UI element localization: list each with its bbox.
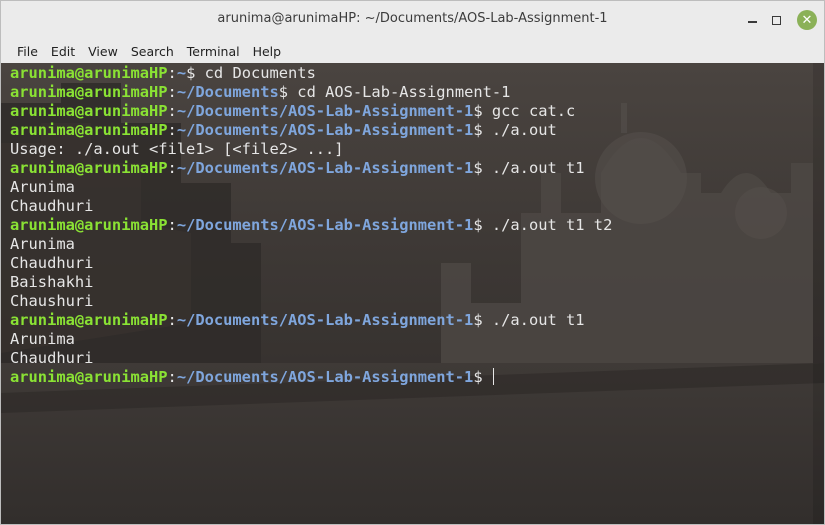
prompt-path: ~/Documents/AOS-Lab-Assignment-1 bbox=[176, 216, 474, 234]
menu-terminal[interactable]: Terminal bbox=[181, 44, 246, 59]
prompt-command: gcc cat.c bbox=[491, 102, 576, 120]
minimize-button[interactable] bbox=[742, 10, 762, 30]
output-line: Chaudhuri bbox=[10, 254, 810, 273]
menu-search[interactable]: Search bbox=[125, 44, 180, 59]
prompt-path: ~/Documents/AOS-Lab-Assignment-1 bbox=[176, 121, 474, 139]
output-text: Chaushuri bbox=[10, 292, 94, 310]
prompt-path: ~/Documents/AOS-Lab-Assignment-1 bbox=[176, 102, 474, 120]
prompt-symbol: $ bbox=[473, 368, 492, 386]
prompt-separator: : bbox=[167, 102, 177, 120]
menu-view[interactable]: View bbox=[82, 44, 124, 59]
output-text: Arunima bbox=[10, 178, 75, 196]
prompt-user: arunima@arunimaHP bbox=[10, 368, 168, 386]
maximize-icon bbox=[771, 15, 781, 25]
output-text: Arunima bbox=[10, 235, 75, 253]
output-text: Arunima bbox=[10, 330, 75, 348]
output-line: Arunima bbox=[10, 235, 810, 254]
prompt-separator: : bbox=[167, 64, 177, 82]
prompt-line: arunima@arunimaHP:~/Documents/AOS-Lab-As… bbox=[10, 311, 810, 330]
prompt-path: ~/Documents bbox=[176, 83, 279, 101]
prompt-path: ~/Documents/AOS-Lab-Assignment-1 bbox=[176, 311, 474, 329]
terminal-window: arunima@arunimaHP: ~/Documents/AOS-Lab-A… bbox=[0, 0, 825, 525]
output-text: Baishakhi bbox=[10, 273, 94, 291]
output-text: Usage: ./a.out <file1> [<file2> ...] bbox=[10, 140, 344, 158]
output-text: Chaudhuri bbox=[10, 254, 94, 272]
prompt-symbol: $ bbox=[186, 64, 205, 82]
prompt-line: arunima@arunimaHP:~$ cd Documents bbox=[10, 64, 810, 83]
prompt-command: ./a.out t1 bbox=[491, 159, 585, 177]
prompt-line: arunima@arunimaHP:~/Documents/AOS-Lab-As… bbox=[10, 121, 810, 140]
maximize-button[interactable] bbox=[766, 10, 786, 30]
prompt-separator: : bbox=[167, 368, 177, 386]
prompt-user: arunima@arunimaHP bbox=[10, 159, 168, 177]
prompt-command: cd Documents bbox=[204, 64, 316, 82]
output-text: Chaudhuri bbox=[10, 197, 94, 215]
prompt-path: ~/Documents/AOS-Lab-Assignment-1 bbox=[176, 159, 474, 177]
prompt-user: arunima@arunimaHP bbox=[10, 216, 168, 234]
close-button[interactable]: ✕ bbox=[797, 10, 817, 30]
prompt-line: arunima@arunimaHP:~/Documents/AOS-Lab-As… bbox=[10, 102, 810, 121]
output-line: Arunima bbox=[10, 178, 810, 197]
terminal-scrollbar[interactable] bbox=[813, 63, 824, 524]
title-bar[interactable]: arunima@arunimaHP: ~/Documents/AOS-Lab-A… bbox=[1, 1, 824, 39]
prompt-separator: : bbox=[167, 121, 177, 139]
prompt-line: arunima@arunimaHP:~/Documents/AOS-Lab-As… bbox=[10, 159, 810, 178]
prompt-line: arunima@arunimaHP:~/Documents/AOS-Lab-As… bbox=[10, 368, 810, 387]
prompt-separator: : bbox=[167, 159, 177, 177]
prompt-user: arunima@arunimaHP bbox=[10, 64, 168, 82]
output-line: Chaudhuri bbox=[10, 197, 810, 216]
prompt-symbol: $ bbox=[473, 121, 492, 139]
output-line: Chaudhuri bbox=[10, 349, 810, 368]
prompt-symbol: $ bbox=[473, 311, 492, 329]
output-line: Usage: ./a.out <file1> [<file2> ...] bbox=[10, 140, 810, 159]
prompt-line: arunima@arunimaHP:~/Documents$ cd AOS-La… bbox=[10, 83, 810, 102]
prompt-symbol: $ bbox=[473, 102, 492, 120]
window-title: arunima@arunimaHP: ~/Documents/AOS-Lab-A… bbox=[217, 11, 608, 26]
prompt-command: ./a.out bbox=[491, 121, 557, 139]
prompt-symbol: $ bbox=[473, 159, 492, 177]
prompt-symbol: $ bbox=[278, 83, 298, 101]
prompt-user: arunima@arunimaHP bbox=[10, 102, 168, 120]
output-line: Chaushuri bbox=[10, 292, 810, 311]
prompt-user: arunima@arunimaHP bbox=[10, 121, 168, 139]
output-line: Arunima bbox=[10, 330, 810, 349]
menu-file[interactable]: File bbox=[11, 44, 44, 59]
output-line: Baishakhi bbox=[10, 273, 810, 292]
close-icon: ✕ bbox=[801, 12, 813, 28]
prompt-separator: : bbox=[167, 216, 177, 234]
prompt-user: arunima@arunimaHP bbox=[10, 311, 168, 329]
prompt-command: ./a.out t1 bbox=[491, 311, 585, 329]
prompt-user: arunima@arunimaHP bbox=[10, 83, 168, 101]
terminal-view[interactable]: arunima@arunimaHP:~$ cd Documents arunima… bbox=[1, 63, 824, 524]
menu-help[interactable]: Help bbox=[247, 44, 288, 59]
menu-edit[interactable]: Edit bbox=[45, 44, 81, 59]
output-text: Chaudhuri bbox=[10, 349, 94, 367]
prompt-command: ./a.out t1 t2 bbox=[491, 216, 613, 234]
text-cursor bbox=[492, 368, 495, 385]
prompt-path: ~/Documents/AOS-Lab-Assignment-1 bbox=[176, 368, 474, 386]
prompt-path: ~ bbox=[176, 64, 187, 82]
prompt-line: arunima@arunimaHP:~/Documents/AOS-Lab-As… bbox=[10, 216, 810, 235]
prompt-symbol: $ bbox=[473, 216, 492, 234]
prompt-separator: : bbox=[167, 83, 177, 101]
prompt-separator: : bbox=[167, 311, 177, 329]
prompt-command: cd AOS-Lab-Assignment-1 bbox=[297, 83, 511, 101]
minimize-icon bbox=[747, 21, 757, 23]
menu-bar: File Edit View Search Terminal Help bbox=[1, 39, 824, 63]
terminal-output: arunima@arunimaHP:~$ cd Documents arunima… bbox=[10, 64, 810, 387]
